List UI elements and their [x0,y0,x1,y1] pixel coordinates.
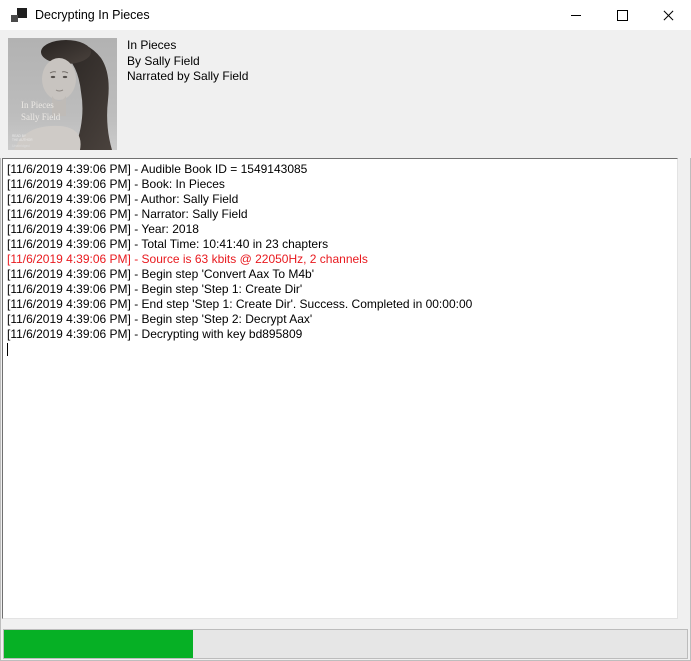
log-line: [11/6/2019 4:39:06 PM] - Decrypting with… [7,327,673,342]
app-window-icon [11,7,27,23]
log-line: [11/6/2019 4:39:06 PM] - Audible Book ID… [7,162,673,177]
book-title: In Pieces [127,38,248,54]
close-button[interactable] [645,0,691,30]
minimize-icon [571,15,581,16]
cover-author-text: Sally Field [21,112,61,122]
window-controls [553,0,691,30]
log-line: [11/6/2019 4:39:06 PM] - Begin step 'Ste… [7,282,673,297]
window-title: Decrypting In Pieces [35,0,150,30]
minimize-button[interactable] [553,0,599,30]
log-line: [11/6/2019 4:39:06 PM] - Begin step 'Ste… [7,312,673,327]
log-line: [11/6/2019 4:39:06 PM] - Begin step 'Con… [7,267,673,282]
log-line: [11/6/2019 4:39:06 PM] - Year: 2018 [7,222,673,237]
maximize-button[interactable] [599,0,645,30]
progress-bar [3,629,688,659]
cover-face [42,58,76,100]
app-icon-square-large [17,8,27,18]
log-line: [11/6/2019 4:39:06 PM] - Author: Sally F… [7,192,673,207]
log-line: [11/6/2019 4:39:06 PM] - Source is 63 kb… [7,252,673,267]
cover-title-text: In Pieces [21,100,54,110]
text-caret [7,343,8,356]
book-header-panel: In Pieces Sally Field READ BY THE AUTHOR… [0,30,691,158]
close-icon [663,10,674,21]
progress-fill [4,630,193,658]
log-line: [11/6/2019 4:39:06 PM] - Total Time: 10:… [7,237,673,252]
app-window: Decrypting In Pieces [0,0,691,661]
book-cover-image: In Pieces Sally Field READ BY THE AUTHOR… [8,38,117,150]
cover-badge-the-author: THE AUTHOR [12,138,33,142]
app-icon-square-small [11,15,18,22]
book-narrator: Narrated by Sally Field [127,69,248,85]
book-info: In Pieces By Sally Field Narrated by Sal… [127,38,248,85]
log-textbox[interactable]: [11/6/2019 4:39:06 PM] - Audible Book ID… [2,158,678,619]
maximize-icon [617,10,628,21]
log-line: [11/6/2019 4:39:06 PM] - Narrator: Sally… [7,207,673,222]
book-author: By Sally Field [127,54,248,70]
log-line: [11/6/2019 4:39:06 PM] - Book: In Pieces [7,177,673,192]
title-bar[interactable]: Decrypting In Pieces [0,0,691,30]
cover-badge-unabridged: Unabridged [12,144,30,148]
log-line: [11/6/2019 4:39:06 PM] - End step 'Step … [7,297,673,312]
